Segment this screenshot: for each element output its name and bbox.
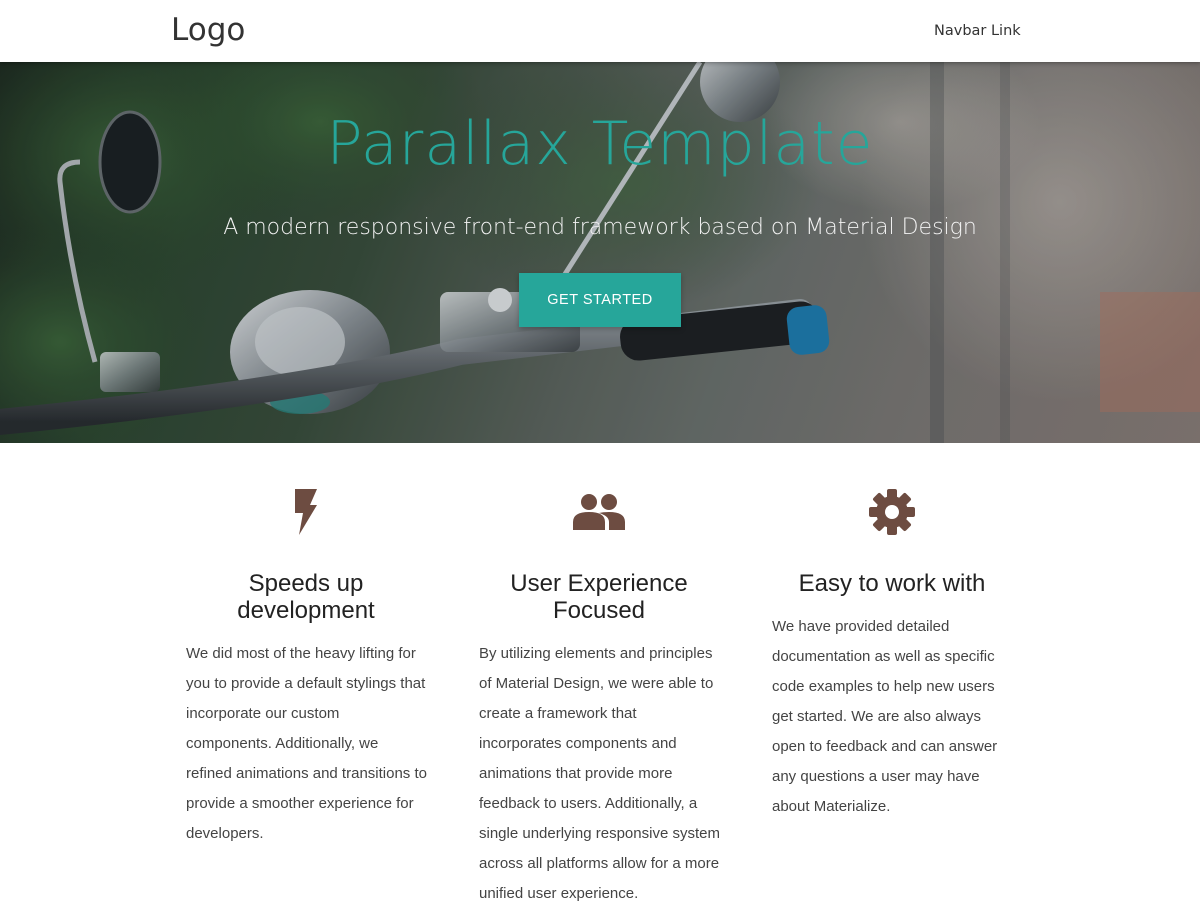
feature-title: User Experience Focused [510, 570, 688, 624]
feature-description: We did most of the heavy lifting for you… [186, 645, 427, 842]
features-section: Speeds up development We did most of the… [0, 443, 1200, 902]
hero-parallax: Parallax Template A modern responsive fr… [0, 62, 1200, 443]
navbar: Logo Navbar Link [0, 0, 1200, 62]
logo-link[interactable]: Logo [171, 10, 245, 50]
flash-icon [295, 489, 317, 535]
feature-description: By utilizing elements and principles of … [479, 645, 720, 902]
get-started-button[interactable]: GET STARTED [519, 273, 681, 327]
group-icon [573, 494, 625, 530]
settings-icon [869, 489, 915, 535]
hero-title: Parallax Template [326, 109, 874, 179]
feature-title: Speeds up development [237, 570, 375, 624]
feature-title: Easy to work with [798, 570, 986, 597]
navbar-link[interactable]: Navbar Link [934, 20, 1021, 42]
hero-subtitle: A modern responsive front-end framework … [223, 215, 977, 240]
feature-description: We have provided detailed documentation … [772, 618, 998, 815]
